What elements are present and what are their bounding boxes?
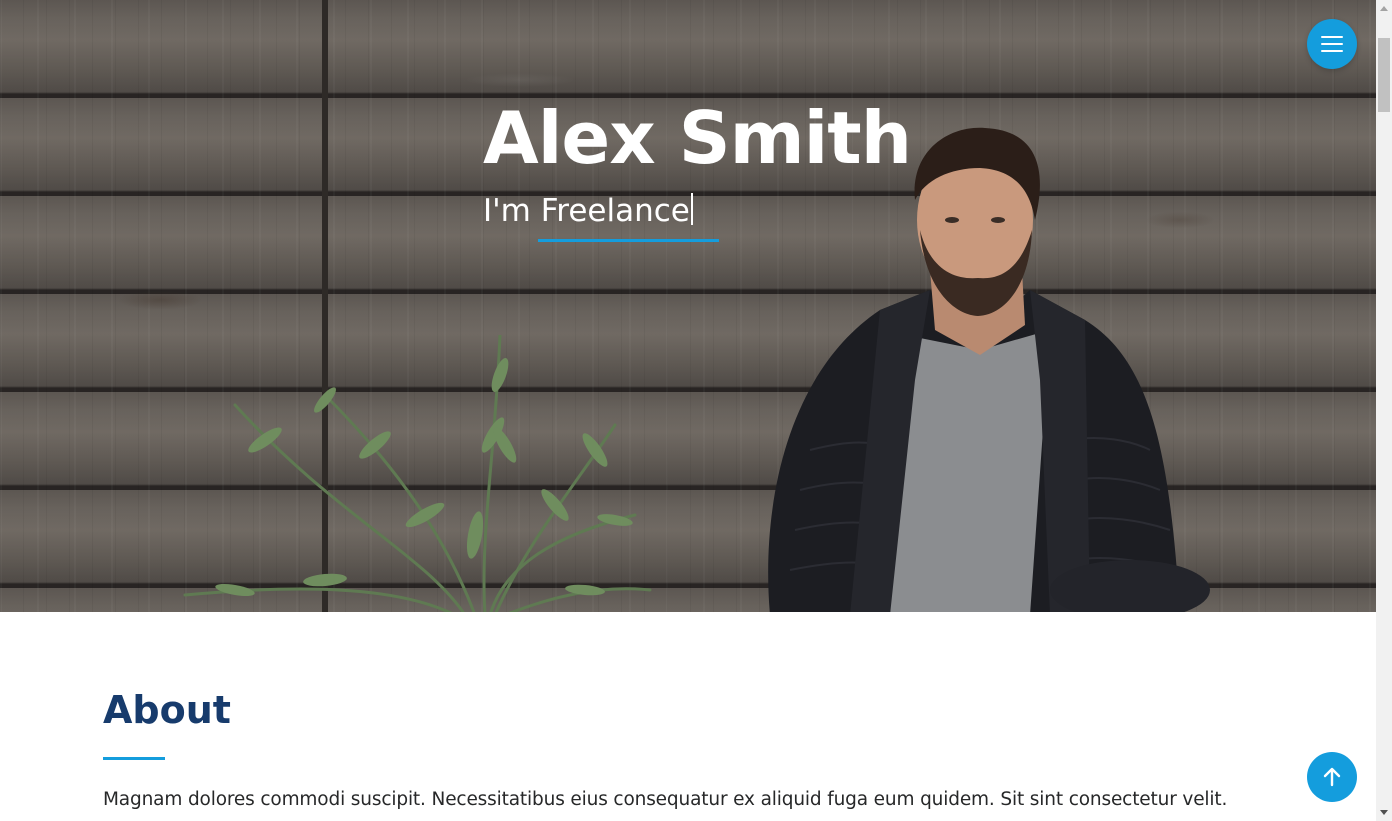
scroll-down-arrow-icon[interactable] <box>1376 805 1392 821</box>
mobile-nav-toggle-button[interactable] <box>1307 19 1357 69</box>
hero-subtitle: I'm Freelance <box>483 193 693 229</box>
hero-typed-underline <box>538 239 719 242</box>
hero-name: Alex Smith <box>483 96 912 180</box>
hero-typed-text: I'm Freelance <box>483 193 690 229</box>
back-to-top-button[interactable] <box>1307 752 1357 802</box>
about-section-title: About <box>103 688 231 732</box>
about-title-underline <box>103 757 165 760</box>
plant-illustration <box>183 335 652 612</box>
about-paragraph: Magnam dolores commodi suscipit. Necessi… <box>103 789 1228 810</box>
scrollbar-thumb[interactable] <box>1378 38 1390 112</box>
scroll-up-arrow-icon[interactable] <box>1376 0 1392 16</box>
page-scrollbar[interactable] <box>1376 0 1392 821</box>
typing-cursor <box>690 193 693 225</box>
hero-section: Alex Smith I'm Freelance <box>0 0 1376 612</box>
person-photo <box>768 127 1210 612</box>
hamburger-menu-icon <box>1321 36 1343 52</box>
arrow-up-icon <box>1323 767 1341 787</box>
